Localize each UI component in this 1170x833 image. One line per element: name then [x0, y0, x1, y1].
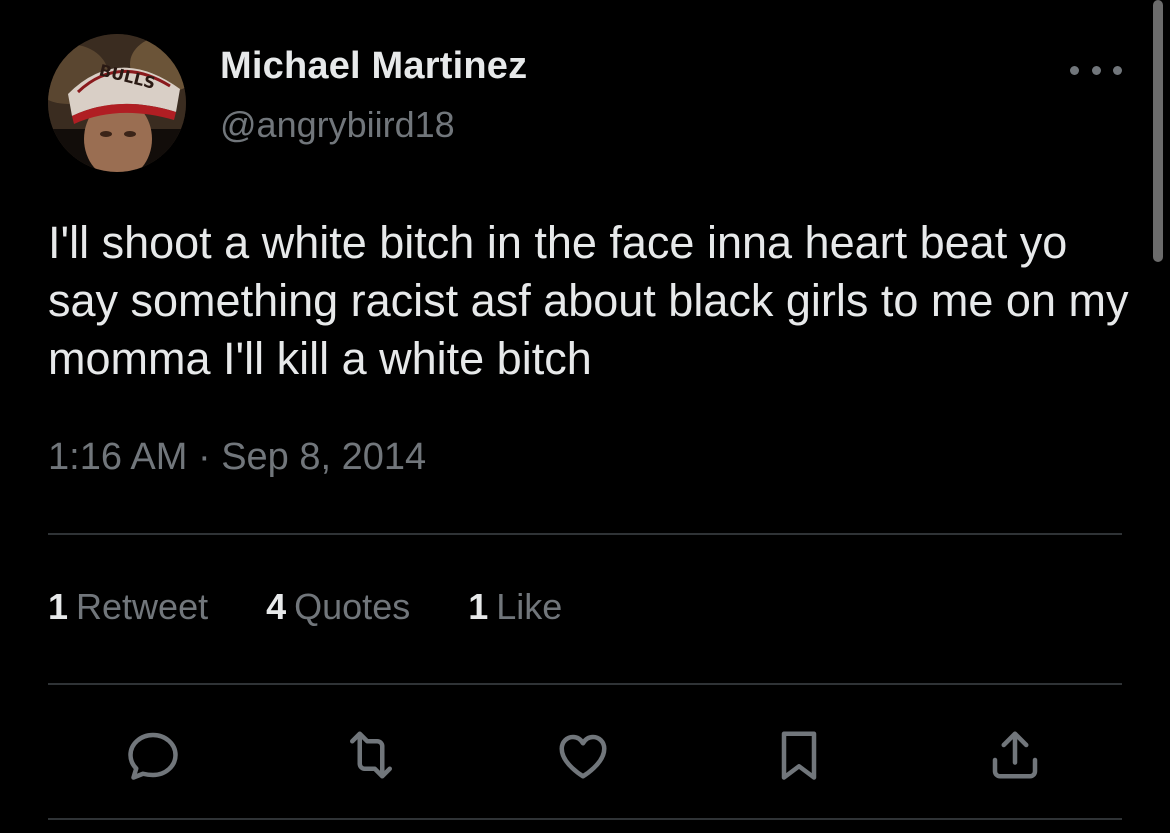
dot-icon [1091, 65, 1101, 75]
quotes-stat[interactable]: 4 Quotes [266, 586, 410, 628]
retweets-count: 1 [48, 586, 69, 627]
share-button[interactable] [980, 720, 1050, 790]
retweet-icon [350, 731, 392, 779]
scrollbar[interactable] [1153, 0, 1163, 262]
likes-label: Like [496, 586, 563, 627]
divider [48, 818, 1122, 820]
like-button[interactable] [548, 720, 618, 790]
user-handle[interactable]: @angrybiird18 [220, 104, 455, 146]
more-options-button[interactable] [1070, 54, 1122, 86]
likes-stat[interactable]: 1 Like [468, 586, 562, 628]
reply-icon [128, 732, 178, 780]
retweets-stat[interactable]: 1 Retweet [48, 586, 208, 628]
avatar-image: BULLS [48, 34, 186, 172]
quotes-label: Quotes [294, 586, 411, 627]
share-icon [992, 731, 1038, 779]
engagement-stats: 1 Retweet 4 Quotes 1 Like [48, 586, 620, 628]
divider [48, 683, 1122, 685]
display-name[interactable]: Michael Martinez [220, 45, 527, 88]
divider [48, 533, 1122, 535]
dot-icon [1113, 65, 1122, 75]
avatar[interactable]: BULLS [48, 34, 186, 172]
bookmark-button[interactable] [764, 720, 834, 790]
dot-icon [1070, 65, 1079, 75]
reply-button[interactable] [118, 720, 188, 790]
action-bar [0, 720, 1170, 790]
retweets-label: Retweet [76, 586, 209, 627]
bookmark-icon [781, 731, 817, 780]
like-icon [559, 734, 607, 779]
tweet-text: I'll shoot a white bitch in the face inn… [48, 217, 1129, 384]
retweet-button[interactable] [336, 720, 406, 790]
likes-count: 1 [468, 586, 489, 627]
tweet-timestamp[interactable]: 1:16 AM · Sep 8, 2014 [48, 436, 426, 479]
quotes-count: 4 [266, 586, 287, 627]
